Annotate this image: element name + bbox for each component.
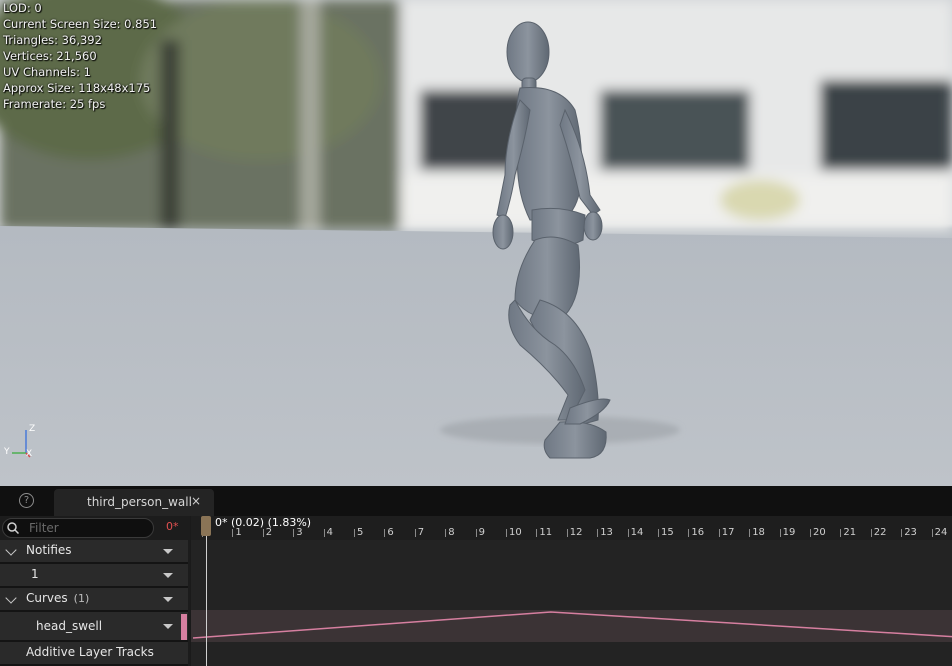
curves-label-text: Curves	[26, 591, 68, 605]
axis-x-label: X	[26, 449, 33, 459]
tick-mark	[293, 529, 295, 537]
filter-row: Filter 0*	[0, 516, 190, 540]
axis-y-label: Y	[4, 447, 10, 457]
curves-dropdown-icon[interactable]	[163, 597, 173, 602]
tick-label: 21	[843, 527, 857, 538]
tick-mark	[506, 529, 507, 537]
viewport-stats: LOD: 0 Current Screen Size: 0.851 Triang…	[3, 0, 157, 112]
curves-count: (1)	[73, 592, 90, 605]
tick-label: 16	[691, 527, 705, 538]
curve-name: head_swell	[36, 619, 103, 633]
tick-mark	[414, 529, 416, 537]
tick-label: 24	[934, 527, 948, 538]
filter-count: 0*	[166, 520, 179, 533]
tick-mark	[354, 529, 355, 537]
tick-mark	[810, 529, 811, 537]
chevron-down-icon[interactable]	[5, 592, 17, 604]
anim-sequence-timeline-panel: ? third_person_wall × Filter 0* Notifies…	[0, 486, 952, 666]
tick-mark	[445, 529, 447, 537]
filter-input[interactable]: Filter	[2, 518, 154, 538]
axis-z-label: Z	[29, 424, 36, 434]
curve-track-lane[interactable]	[191, 610, 952, 642]
additive-layer-tracks-section[interactable]: Additive Layer Tracks	[0, 642, 188, 666]
tick-label: 5	[357, 527, 364, 538]
tick-mark	[870, 529, 872, 537]
stat-lod: LOD: 0	[3, 1, 42, 15]
tick-label: 14	[630, 527, 644, 538]
curve-dropdown-icon[interactable]	[163, 624, 173, 629]
curves-section[interactable]: Curves (1)	[0, 588, 188, 612]
close-icon[interactable]: ×	[191, 494, 201, 508]
tick-mark	[536, 529, 538, 537]
stat-approx-size: Approx Size: 118x48x175	[3, 81, 151, 95]
tick-label: 6	[387, 527, 394, 538]
additive-layer-tracks-label: Additive Layer Tracks	[26, 645, 154, 659]
tick-label: 15	[661, 527, 674, 538]
tick-mark	[749, 529, 751, 537]
tick-mark	[688, 529, 690, 537]
playhead-line	[206, 536, 207, 666]
tick-label: 18	[752, 527, 765, 538]
tick-label: 19	[782, 527, 796, 538]
tick-label: 12	[569, 527, 583, 538]
tick-mark	[566, 529, 568, 537]
axis-gizmo-icon: Z Y X	[4, 424, 44, 462]
curve-row-head-swell[interactable]: head_swell	[0, 612, 188, 642]
tick-mark	[384, 529, 386, 537]
tick-label: 11	[539, 527, 553, 538]
stat-framerate: Framerate: 25 fps	[3, 97, 106, 111]
animation-viewport[interactable]: LOD: 0 Current Screen Size: 0.851 Triang…	[0, 0, 952, 486]
tick-mark	[323, 529, 325, 537]
filter-placeholder: Filter	[29, 521, 59, 535]
curve-line	[192, 611, 952, 639]
tick-mark	[779, 529, 781, 537]
tab-third-person-wall[interactable]: third_person_wall ×	[54, 489, 214, 516]
tick-label: 4	[326, 527, 333, 538]
tick-label: 7	[417, 527, 425, 538]
tick-mark	[262, 529, 264, 537]
timeline-track-area[interactable]: 0123456789101112131415161718192021222324…	[191, 516, 952, 666]
notify-track-label: 1	[31, 567, 39, 581]
notifies-section[interactable]: Notifies	[0, 540, 188, 564]
tick-mark	[627, 529, 629, 537]
current-time-label: 0* (0.02) (1.83%)	[215, 516, 312, 529]
notifies-track-lane[interactable]	[191, 540, 952, 565]
tick-mark	[931, 529, 933, 537]
stat-vertices: Vertices: 21,560	[3, 49, 97, 63]
curves-label: Curves (1)	[26, 591, 89, 605]
notify-track-lane[interactable]	[191, 564, 952, 589]
tick-mark	[718, 529, 720, 537]
tick-label: 20	[813, 527, 826, 538]
curve-graph	[192, 611, 952, 639]
tick-label: 22	[873, 527, 887, 538]
chevron-down-icon[interactable]	[5, 544, 17, 556]
tick-label: 8	[448, 527, 455, 538]
tick-mark	[475, 529, 477, 537]
tab-bar: ? third_person_wall ×	[0, 486, 952, 516]
tick-label: 13	[600, 527, 613, 538]
notifies-dropdown-icon[interactable]	[163, 549, 173, 554]
tick-label: 10	[509, 527, 522, 538]
stat-screen-size: Current Screen Size: 0.851	[3, 17, 158, 31]
additive-track-lane[interactable]	[191, 642, 952, 666]
tick-mark	[840, 529, 842, 537]
stat-triangles: Triangles: 36,392	[3, 33, 102, 47]
search-icon	[7, 522, 19, 534]
tick-mark	[597, 529, 599, 537]
tick-mark	[901, 529, 903, 537]
tick-mark	[658, 529, 659, 537]
notify-track-row[interactable]: 1	[0, 564, 188, 588]
tick-mark	[232, 529, 234, 537]
help-icon[interactable]: ?	[19, 493, 34, 508]
curve-color-swatch	[181, 614, 187, 640]
tick-label: 17	[721, 527, 735, 538]
notifies-label: Notifies	[26, 543, 72, 557]
playhead-handle[interactable]	[201, 516, 211, 536]
tab-label: third_person_wall	[87, 495, 192, 509]
track-list: Filter 0* Notifies 1 Curves (1) head_swel…	[0, 516, 190, 666]
tick-label: 9	[478, 527, 485, 538]
tick-label: 23	[904, 527, 917, 538]
notify-track-dropdown-icon[interactable]	[163, 573, 173, 578]
stat-uv-channels: UV Channels: 1	[3, 65, 91, 79]
